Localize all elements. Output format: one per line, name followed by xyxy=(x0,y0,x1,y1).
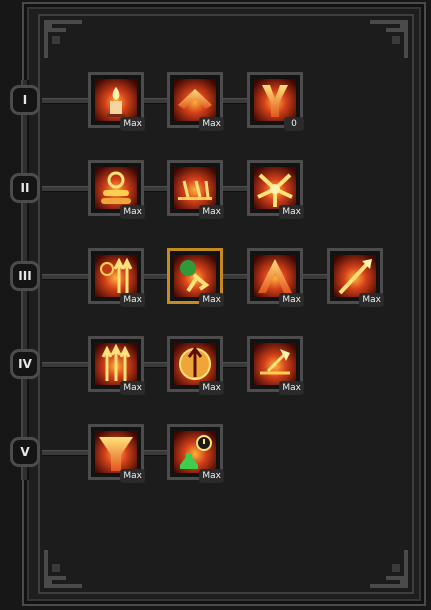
skill-level-badge: Max xyxy=(279,381,304,395)
skill-level-badge: 0 xyxy=(284,117,304,131)
beam-skill-icon xyxy=(95,431,137,473)
skill-level-badge: Max xyxy=(199,469,224,483)
skill-level-badge: Max xyxy=(120,381,145,395)
skill-slot[interactable]: Max xyxy=(167,336,224,395)
skill-slot[interactable]: Max xyxy=(167,160,224,219)
corner-ornament-icon xyxy=(370,550,408,588)
tier-node-1: I xyxy=(7,82,43,118)
fork-strike-skill-icon xyxy=(254,79,296,121)
skill-slot[interactable]: Max xyxy=(167,72,224,131)
arrow-orb-skill-icon xyxy=(174,343,216,385)
skill-level-badge: Max xyxy=(120,469,145,483)
tier-node-5: V xyxy=(7,434,43,470)
skill-slot[interactable]: Max xyxy=(327,248,384,307)
tier-node-3: III xyxy=(7,258,43,294)
skill-slot[interactable]: Max xyxy=(88,160,145,219)
skill-slot[interactable]: Max xyxy=(167,248,224,307)
skill-level-badge: Max xyxy=(199,381,224,395)
chain-shot-skill-icon xyxy=(174,167,216,209)
tier-connector xyxy=(42,98,262,104)
skill-slot[interactable]: Max xyxy=(88,424,145,483)
skill-slot[interactable]: Max xyxy=(88,248,145,307)
tier-connector xyxy=(42,186,262,192)
burst-skill-icon xyxy=(254,167,296,209)
twin-arrows-skill-icon xyxy=(95,255,137,297)
skill-level-badge: Max xyxy=(199,293,224,307)
tier-node-4: IV xyxy=(7,346,43,382)
skill-slot[interactable]: 0 xyxy=(247,72,304,131)
corner-ornament-icon xyxy=(44,550,82,588)
skill-level-badge: Max xyxy=(120,205,145,219)
tier-node-2: II xyxy=(7,170,43,206)
skill-level-badge: Max xyxy=(359,293,384,307)
peak-skill-icon xyxy=(254,255,296,297)
skill-slot[interactable]: Max xyxy=(88,336,145,395)
tier-connector xyxy=(42,362,262,368)
corner-ornament-icon xyxy=(370,20,408,58)
candle-skill-icon xyxy=(95,79,137,121)
skill-level-badge: Max xyxy=(199,205,224,219)
skill-level-badge: Max xyxy=(279,293,304,307)
chevron-up-skill-icon xyxy=(174,79,216,121)
coin-stack-skill-icon xyxy=(95,167,137,209)
skill-slot[interactable]: Max xyxy=(247,160,304,219)
skill-slot[interactable]: Max xyxy=(247,248,304,307)
triple-arrows-skill-icon xyxy=(95,343,137,385)
skill-level-badge: Max xyxy=(279,205,304,219)
corner-ornament-icon xyxy=(44,20,82,58)
spear-skill-icon xyxy=(334,255,376,297)
skill-slot[interactable]: Max xyxy=(167,424,224,483)
skill-level-badge: Max xyxy=(120,293,145,307)
potion-skill-icon xyxy=(174,431,216,473)
skill-slot[interactable]: Max xyxy=(88,72,145,131)
skill-level-badge: Max xyxy=(120,117,145,131)
axe-skill-icon xyxy=(254,343,296,385)
skill-slot[interactable]: Max xyxy=(247,336,304,395)
dash-skill-icon xyxy=(174,255,216,297)
skill-level-badge: Max xyxy=(199,117,224,131)
